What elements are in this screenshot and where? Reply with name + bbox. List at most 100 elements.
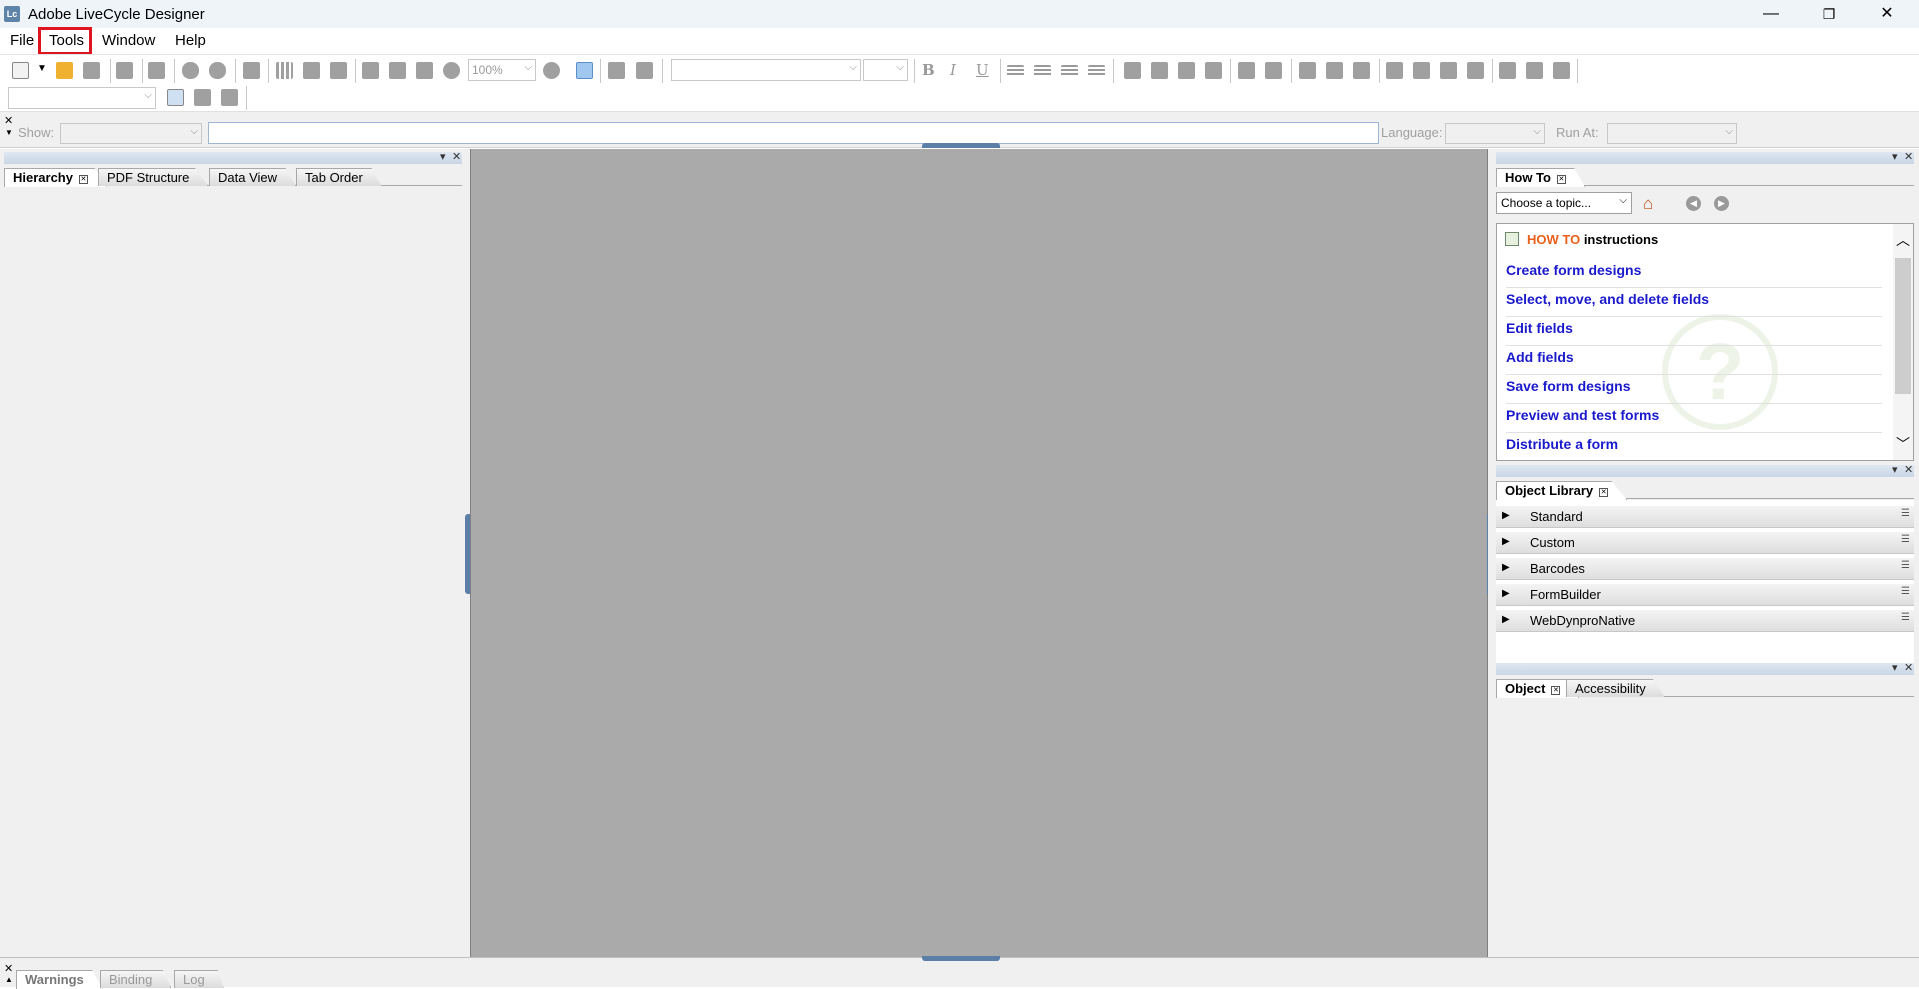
library-group-standard[interactable]: ▶ Standard ☰ <box>1496 506 1914 528</box>
image-icon[interactable] <box>636 62 653 79</box>
list-menu-icon[interactable]: ☰ <box>1901 560 1910 571</box>
tab-pdf-structure[interactable]: PDF Structure <box>98 168 209 186</box>
master-page-icon[interactable] <box>389 62 406 79</box>
design-canvas[interactable] <box>465 149 1492 957</box>
object-combo[interactable]: ⌵ <box>8 87 156 109</box>
menu-window[interactable]: Window <box>102 32 155 49</box>
run-at-combo[interactable]: ⌵ <box>1607 123 1737 144</box>
expand-icon[interactable]: ▶ <box>1502 510 1510 521</box>
underline-button[interactable]: U <box>976 61 989 79</box>
expand-icon[interactable]: ▶ <box>1502 614 1510 625</box>
list-menu-icon[interactable]: ☰ <box>1901 586 1910 597</box>
library-group-webdynpronative[interactable]: ▶ WebDynproNative ☰ <box>1496 610 1914 632</box>
language-combo[interactable]: ⌵ <box>1445 123 1545 144</box>
library-group-formbuilder[interactable]: ▶ FormBuilder ☰ <box>1496 584 1914 606</box>
collapse-icon[interactable]: ▼ <box>5 128 13 137</box>
align-center-icon[interactable] <box>1034 65 1051 77</box>
menu-help[interactable]: Help <box>175 32 206 49</box>
distribute-grid-icon[interactable] <box>1353 62 1370 79</box>
howto-scrollbar[interactable]: ︿ ﹀ <box>1893 224 1913 460</box>
list-menu-icon[interactable]: ☰ <box>1901 534 1910 545</box>
page-icon[interactable] <box>362 62 379 79</box>
align-left-icon[interactable] <box>1007 65 1024 77</box>
tab-object-library[interactable]: Object Library ✕ <box>1496 481 1628 500</box>
align-objects-top-icon[interactable] <box>1178 62 1195 79</box>
minimize-button[interactable]: — <box>1742 0 1800 28</box>
library-group-barcodes[interactable]: ▶ Barcodes ☰ <box>1496 558 1914 580</box>
zoom-icon[interactable] <box>443 62 460 79</box>
save-icon[interactable] <box>83 62 100 79</box>
group-icon[interactable] <box>1499 62 1516 79</box>
justify-icon[interactable] <box>1088 65 1105 77</box>
show-combo[interactable]: ⌵ <box>60 123 202 144</box>
close-tab-icon[interactable]: ✕ <box>1556 175 1566 184</box>
find-binoculars-icon[interactable] <box>243 62 260 79</box>
align-objects-right-icon[interactable] <box>1151 62 1168 79</box>
tab-accessibility[interactable]: Accessibility <box>1566 679 1665 697</box>
tab-tab-order[interactable]: Tab Order <box>296 168 382 186</box>
format-painter-icon[interactable] <box>148 62 165 79</box>
expand-icon[interactable]: ▶ <box>1502 562 1510 573</box>
redo-icon[interactable] <box>209 62 226 79</box>
scroll-up-icon[interactable]: ︿ <box>1896 230 1910 250</box>
close-tab-icon[interactable]: ✕ <box>78 175 88 184</box>
print-icon[interactable] <box>116 62 133 79</box>
howto-link[interactable]: Edit fields <box>1506 317 1882 346</box>
tab-binding[interactable]: Binding <box>100 970 172 988</box>
panel-menu-icon[interactable]: ▾ <box>440 150 446 163</box>
close-tab-icon[interactable]: ✕ <box>1551 686 1561 695</box>
distribute-horizontal-icon[interactable] <box>1299 62 1316 79</box>
home-icon[interactable]: ⌂ <box>1643 194 1653 214</box>
splitter-handle[interactable] <box>922 956 1000 961</box>
insert-page-icon[interactable] <box>167 89 184 106</box>
tab-data-view[interactable]: Data View <box>209 168 297 186</box>
snap-icon[interactable] <box>303 62 320 79</box>
bring-forward-icon[interactable] <box>1440 62 1457 79</box>
scroll-thumb[interactable] <box>1895 258 1911 394</box>
new-document-icon[interactable] <box>12 62 29 79</box>
splitter-handle[interactable] <box>922 143 1000 148</box>
script-input[interactable] <box>208 122 1379 144</box>
left-splitter-handle[interactable] <box>465 514 470 594</box>
close-tab-icon[interactable]: ✕ <box>1599 488 1609 497</box>
close-icon[interactable]: ✕ <box>452 150 461 163</box>
close-icon[interactable]: ✕ <box>4 962 13 975</box>
expand-icon[interactable]: ▶ <box>1502 536 1510 547</box>
scroll-down-icon[interactable]: ﹀ <box>1896 434 1910 454</box>
expand-icon[interactable]: ▶ <box>1502 588 1510 599</box>
restore-button[interactable]: ❐ <box>1800 0 1858 28</box>
tab-how-to[interactable]: How To ✕ <box>1496 168 1585 187</box>
close-icon[interactable]: ✕ <box>1904 150 1913 163</box>
send-backward-icon[interactable] <box>1467 62 1484 79</box>
zoom-combo[interactable]: 100% ⌵ <box>468 59 536 81</box>
font-size-combo[interactable]: ⌵ <box>863 59 908 81</box>
distribute-vertical-icon[interactable] <box>1326 62 1343 79</box>
panel-menu-icon[interactable]: ▾ <box>1892 463 1898 476</box>
align-objects-left-icon[interactable] <box>1124 62 1141 79</box>
ungroup-icon[interactable] <box>1526 62 1543 79</box>
new-dropdown-icon[interactable]: ▼ <box>37 63 47 74</box>
back-icon[interactable]: ◀ <box>1686 196 1701 211</box>
undo-icon[interactable] <box>182 62 199 79</box>
center-horizontal-icon[interactable] <box>1265 62 1282 79</box>
library-group-custom[interactable]: ▶ Custom ☰ <box>1496 532 1914 554</box>
howto-link[interactable]: Add fields <box>1506 346 1882 375</box>
grid-icon[interactable] <box>276 62 293 79</box>
howto-link[interactable]: Preview and test forms <box>1506 404 1882 433</box>
list-menu-icon[interactable]: ☰ <box>1901 612 1910 623</box>
preview-icon[interactable] <box>576 62 593 79</box>
align-right-icon[interactable] <box>1061 65 1078 77</box>
forward-icon[interactable]: ▶ <box>1714 196 1729 211</box>
fit-page-icon[interactable] <box>543 62 560 79</box>
close-icon[interactable]: ✕ <box>1904 463 1913 476</box>
bold-button[interactable]: B <box>922 61 935 79</box>
align-objects-bottom-icon[interactable] <box>1205 62 1222 79</box>
menu-file[interactable]: File <box>10 32 34 49</box>
howto-link[interactable]: Distribute a form <box>1506 433 1882 460</box>
tab-warnings[interactable]: Warnings <box>16 970 103 989</box>
guides-icon[interactable] <box>330 62 347 79</box>
delete-page-icon[interactable] <box>221 89 238 106</box>
send-to-back-icon[interactable] <box>1413 62 1430 79</box>
comment-icon[interactable] <box>608 62 625 79</box>
howto-link[interactable]: Select, move, and delete fields <box>1506 288 1882 317</box>
